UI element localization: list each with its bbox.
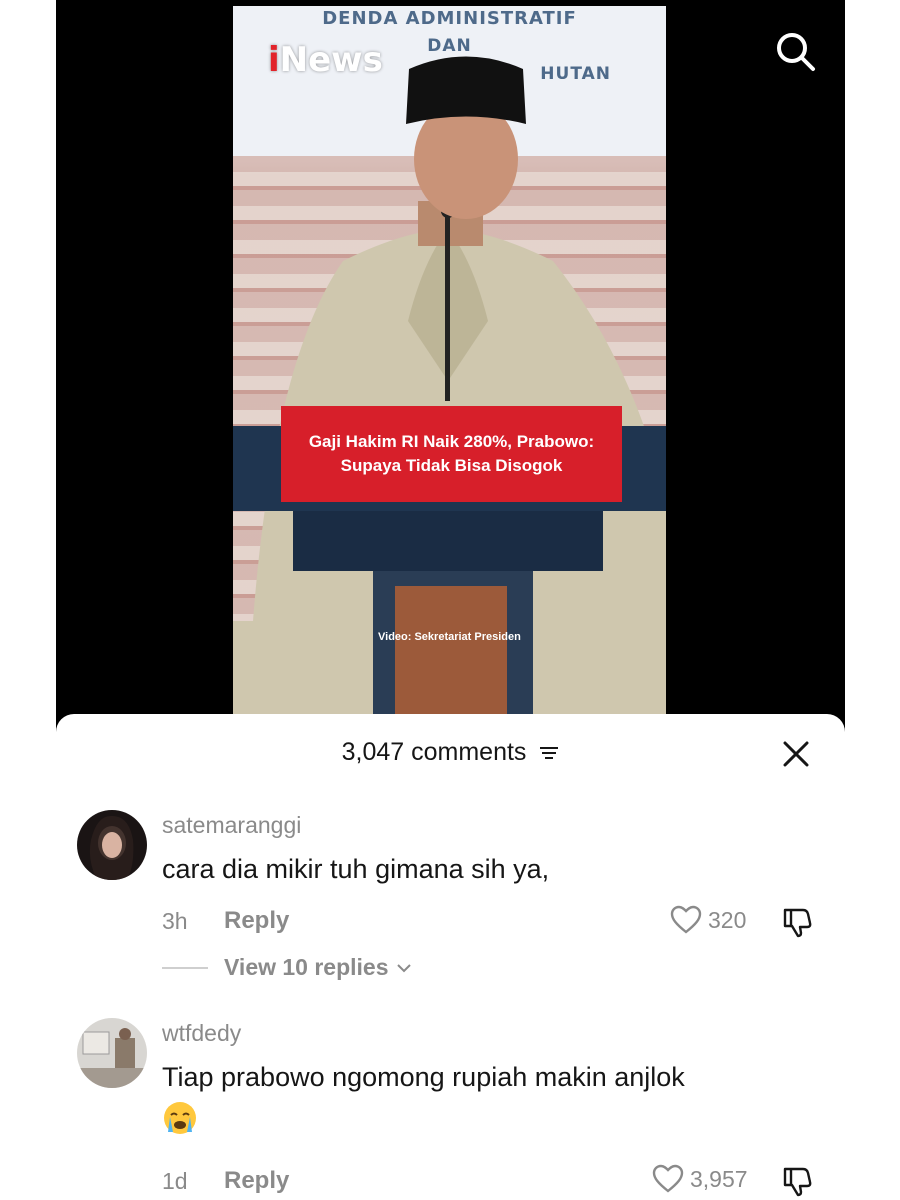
like-count: 3,957 — [690, 1165, 748, 1192]
video-credit: Video: Sekretariat Presiden — [378, 631, 521, 643]
comment-username[interactable]: wtfdedy — [162, 1020, 241, 1047]
avatar-image — [77, 1018, 147, 1088]
avatar-image — [77, 810, 147, 880]
reply-button[interactable]: Reply — [224, 907, 289, 935]
comment-username[interactable]: satemaranggi — [162, 812, 301, 839]
search-icon[interactable] — [772, 28, 818, 74]
dislike-icon[interactable] — [781, 905, 815, 939]
heart-icon — [652, 1164, 684, 1193]
comments-count: 3,047 comments — [56, 738, 845, 767]
comment-item: satemaranggi cara dia mikir tuh gimana s… — [56, 810, 845, 1000]
view-replies-button[interactable]: View 10 replies — [162, 954, 413, 981]
comment-text: Tiap prabowo ngomong rupiah makin anjlok — [162, 1062, 685, 1092]
backdrop-line-1: DENDA ADMINISTRATIF — [322, 8, 577, 29]
comment-time: 1d — [162, 1168, 188, 1194]
speaker-head — [406, 56, 526, 219]
like-button[interactable]: 320 — [670, 905, 746, 935]
comment-time: 3h — [162, 908, 188, 934]
like-count: 320 — [708, 906, 747, 933]
like-button[interactable]: 3,957 — [652, 1164, 748, 1194]
comments-header: 3,047 comments — [56, 714, 845, 788]
crying-face-icon — [164, 1102, 196, 1134]
inews-logo: iNews — [268, 40, 383, 80]
headline-banner: Gaji Hakim RI Naik 280%, Prabowo: Supaya… — [281, 406, 622, 502]
avatar[interactable] — [77, 810, 147, 880]
video-frame: DENDA ADMINISTRATIF DAN HUTAN — [233, 6, 666, 714]
comments-count-label: 3,047 comments — [341, 738, 527, 766]
heart-icon — [670, 905, 702, 934]
view-replies-label: View 10 replies — [224, 954, 389, 980]
comments-sheet: 3,047 comments satemaranggi cara dia mik… — [56, 714, 845, 1200]
comment-item: wtfdedy Tiap prabowo ngomong rupiah maki… — [56, 1018, 845, 1198]
comment-text: cara dia mikir tuh gimana sih ya, — [162, 854, 550, 884]
filter-icon[interactable] — [539, 745, 559, 761]
chevron-down-icon — [396, 963, 411, 972]
avatar[interactable] — [77, 1018, 147, 1088]
close-icon[interactable] — [780, 738, 812, 770]
replies-divider — [162, 966, 208, 969]
reply-button[interactable]: Reply — [224, 1167, 289, 1195]
dislike-icon[interactable] — [781, 1164, 815, 1198]
